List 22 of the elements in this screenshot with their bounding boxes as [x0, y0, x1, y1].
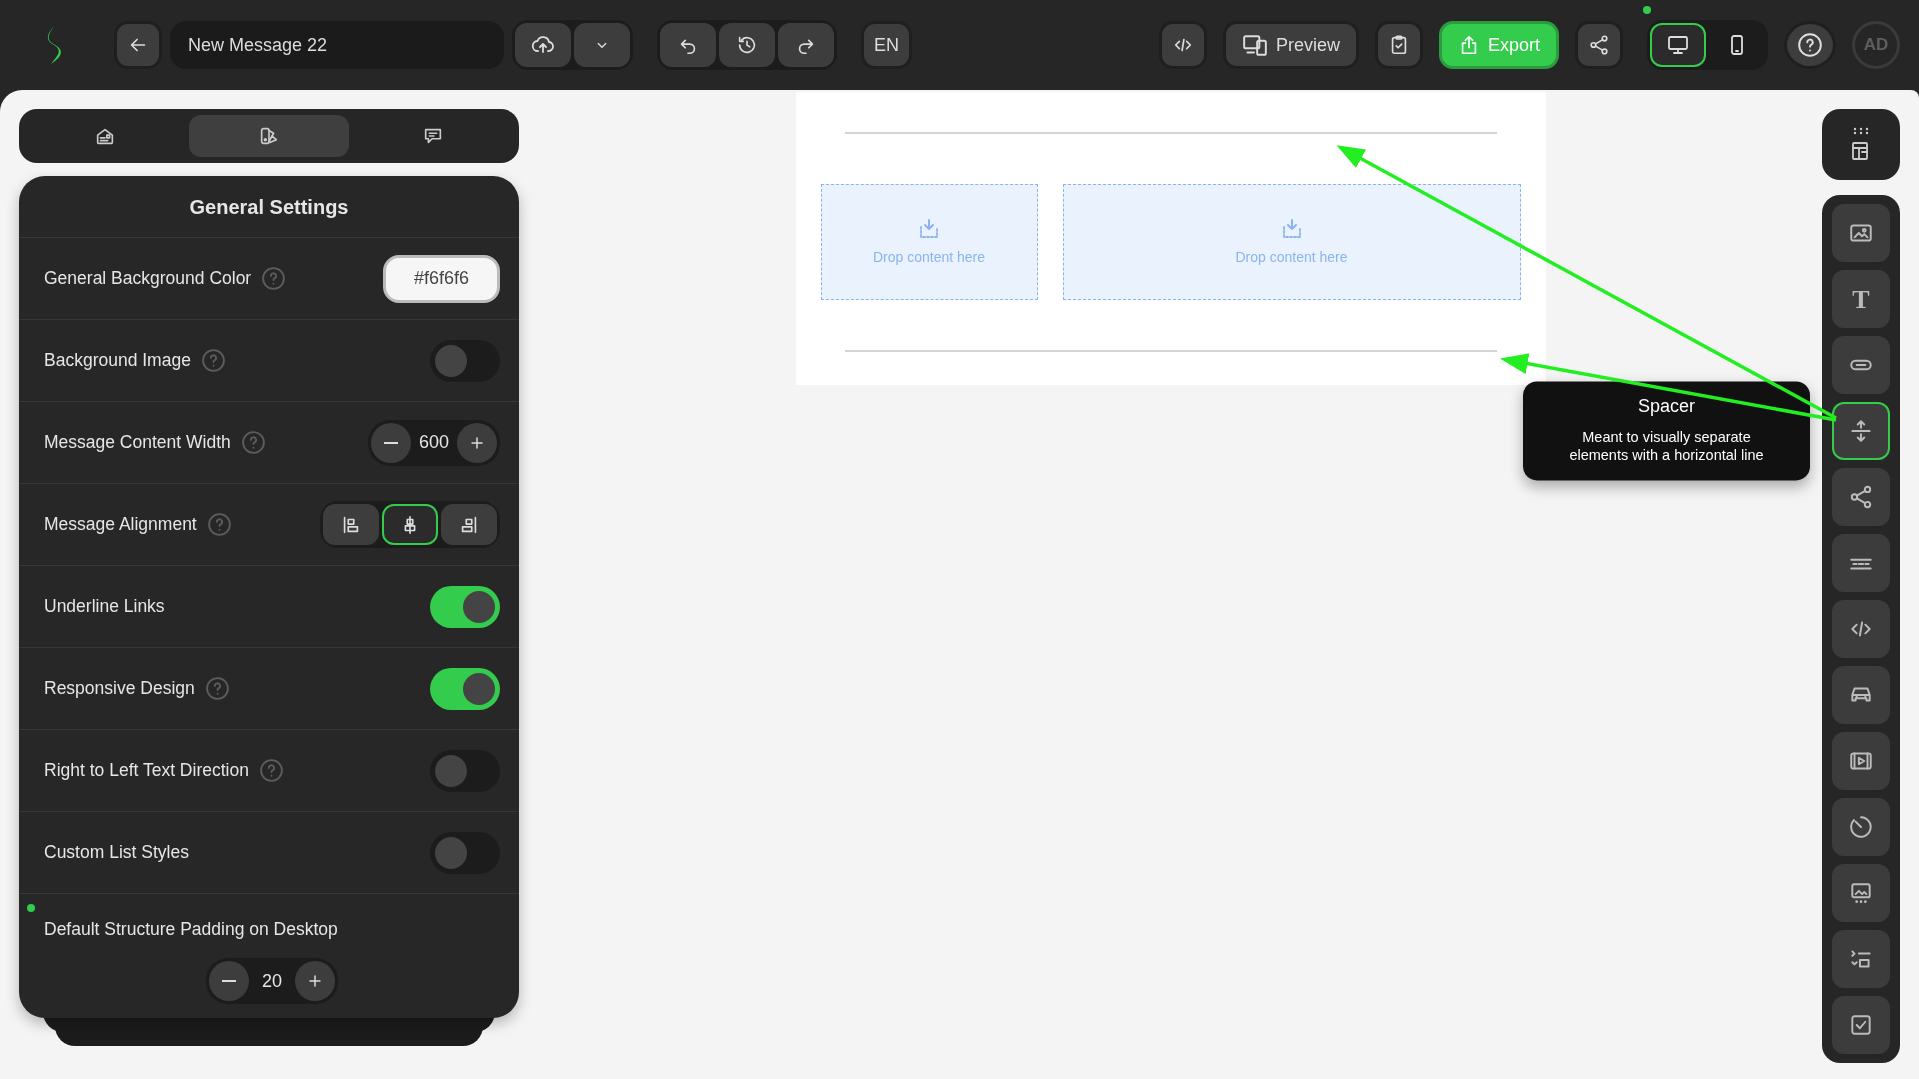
setting-label: Custom List Styles [44, 841, 189, 865]
preview-button[interactable]: Preview [1222, 21, 1359, 69]
text-block-glyph: T [1852, 283, 1870, 316]
settings-title: General Settings [19, 176, 519, 238]
setting-label: Background Image [44, 349, 191, 373]
toolbox-item[interactable]: T [1832, 270, 1890, 328]
tooltip-title: Spacer [1636, 395, 1696, 419]
message-title-field[interactable]: New Message 22 [170, 21, 504, 69]
setting-label: Default Structure Padding on Desktop [44, 918, 338, 941]
drop-zone-text: Drop content here [1235, 247, 1348, 267]
language-button[interactable]: EN [861, 21, 912, 69]
setting-label: Right to Left Text Direction [44, 759, 249, 783]
stepper-value[interactable]: 600 [417, 429, 451, 456]
drop-zone-text: Drop content here [872, 247, 986, 267]
stepper-value[interactable]: 20 [255, 967, 289, 995]
setting-label: Message Alignment [44, 513, 197, 537]
setting-label: Underline Links [44, 595, 165, 619]
setting-label: Message Content Width [44, 431, 231, 455]
tooltip-text: Meant to visually separate elements with a horizontal line [1568, 428, 1765, 465]
setting-label: Responsive Design [44, 677, 195, 701]
color-field[interactable]: #f6f6f6 [383, 254, 500, 303]
setting-label: General Background Color [44, 267, 252, 291]
